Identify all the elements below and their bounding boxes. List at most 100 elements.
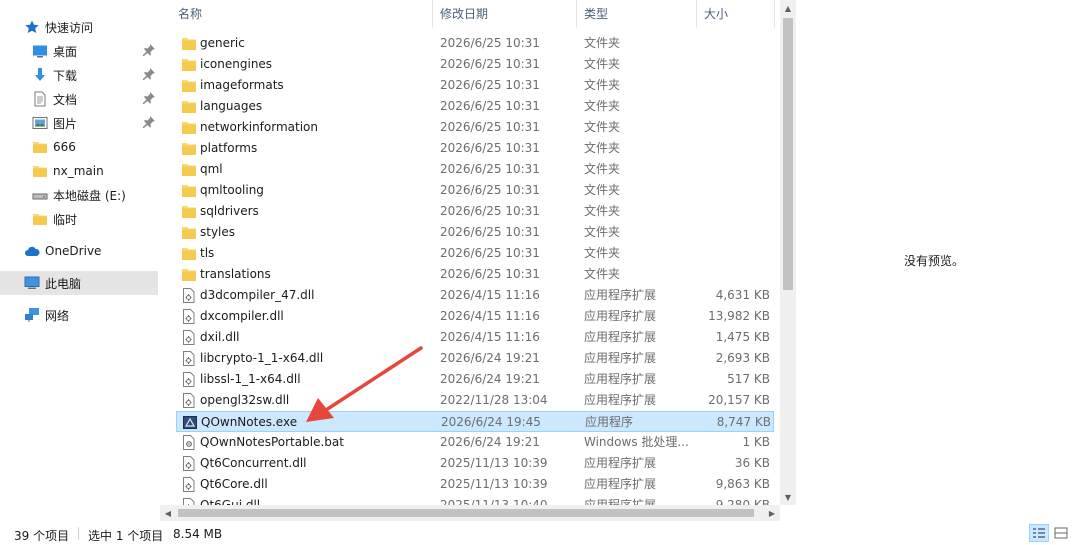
nav-item-downloads[interactable]: 下载 bbox=[0, 63, 158, 87]
app-icon bbox=[183, 415, 197, 430]
column-separator[interactable] bbox=[432, 0, 433, 28]
large-icons-view-button[interactable] bbox=[1051, 524, 1071, 542]
scroll-down-icon[interactable]: ▼ bbox=[780, 489, 796, 505]
column-separator[interactable] bbox=[576, 0, 577, 28]
dll-file-icon bbox=[182, 309, 196, 324]
scroll-left-icon[interactable]: ◀ bbox=[160, 505, 176, 521]
nav-item-folder-666[interactable]: 666 bbox=[0, 135, 158, 159]
file-type: 应用程序扩展 bbox=[584, 330, 657, 344]
nav-item-pictures[interactable]: 图片 bbox=[0, 111, 158, 135]
file-row[interactable]: platforms 2026/6/25 10:31 文件夹 bbox=[176, 138, 774, 159]
file-date: 2026/6/25 10:31 bbox=[440, 204, 540, 218]
file-name: iconengines bbox=[200, 57, 273, 71]
file-type: 应用程序扩展 bbox=[584, 309, 657, 323]
pin-icon[interactable] bbox=[142, 67, 156, 81]
dll-file-icon bbox=[182, 393, 196, 408]
details-view-button[interactable] bbox=[1029, 524, 1049, 542]
file-row[interactable]: Qt6Gui.dll 2025/11/13 10:40 应用程序扩展 9,280 KB bbox=[176, 495, 774, 505]
column-header-size[interactable]: 大小 bbox=[698, 0, 778, 28]
nav-item-desktop[interactable]: 桌面 bbox=[0, 39, 158, 63]
pin-icon[interactable] bbox=[142, 91, 156, 105]
file-size bbox=[696, 243, 770, 264]
large-icons-view-icon bbox=[1054, 527, 1068, 539]
file-row[interactable]: tls 2026/6/25 10:31 文件夹 bbox=[176, 243, 774, 264]
file-type: 应用程序扩展 bbox=[584, 393, 657, 407]
pin-icon[interactable] bbox=[142, 43, 156, 57]
file-row[interactable]: dxil.dll 2026/4/15 11:16 应用程序扩展 1,475 KB bbox=[176, 327, 774, 348]
file-row[interactable]: sqldrivers 2026/6/25 10:31 文件夹 bbox=[176, 201, 774, 222]
dll-file-icon bbox=[182, 330, 196, 345]
nav-item-this-pc[interactable]: 此电脑 bbox=[0, 271, 158, 295]
folder-icon bbox=[182, 57, 196, 72]
file-row[interactable]: QOwnNotes.exe 2026/6/24 19:45 应用程序 8,747 KB bbox=[176, 411, 774, 432]
file-row[interactable]: Qt6Core.dll 2025/11/13 10:39 应用程序扩展 9,863 K… bbox=[176, 474, 774, 495]
file-type: 应用程序扩展 bbox=[584, 477, 657, 491]
file-size: 517 KB bbox=[727, 372, 770, 386]
nav-item-temp[interactable]: 临时 bbox=[0, 207, 158, 231]
file-date: 2026/6/24 19:21 bbox=[440, 435, 540, 449]
scrollbar-thumb[interactable] bbox=[178, 509, 754, 517]
file-date: 2026/4/15 11:16 bbox=[440, 309, 540, 323]
file-row[interactable]: opengl32sw.dll 2022/11/28 13:04 应用程序扩展 20,1… bbox=[176, 390, 774, 411]
file-row[interactable]: networkinformation 2026/6/25 10:31 文件夹 bbox=[176, 117, 774, 138]
file-row[interactable]: iconengines 2026/6/25 10:31 文件夹 bbox=[176, 54, 774, 75]
dll-file-icon bbox=[182, 351, 196, 366]
nav-label: nx_main bbox=[53, 164, 104, 178]
details-view-icon bbox=[1033, 528, 1045, 538]
file-date: 2026/6/25 10:31 bbox=[440, 57, 540, 71]
file-row[interactable]: Qt6Concurrent.dll 2025/11/13 10:39 应用程序扩展 3… bbox=[176, 453, 774, 474]
nav-item-drive-e[interactable]: 本地磁盘 (E:) bbox=[0, 183, 158, 207]
file-size bbox=[696, 222, 770, 243]
pin-icon[interactable] bbox=[142, 115, 156, 129]
horizontal-scrollbar[interactable]: ◀ ▶ bbox=[160, 505, 780, 521]
file-type: 文件夹 bbox=[584, 246, 621, 260]
file-name: libssl-1_1-x64.dll bbox=[200, 372, 301, 386]
nav-item-quick-access[interactable]: 快速访问 bbox=[0, 15, 158, 39]
file-row[interactable]: translations 2026/6/25 10:31 文件夹 bbox=[176, 264, 774, 285]
file-row[interactable]: languages 2026/6/25 10:31 文件夹 bbox=[176, 96, 774, 117]
nav-label: 快速访问 bbox=[45, 20, 94, 35]
file-row[interactable]: d3dcompiler_47.dll 2026/4/15 11:16 应用程序扩展 4… bbox=[176, 285, 774, 306]
file-type: 应用程序扩展 bbox=[584, 351, 657, 365]
vertical-scrollbar[interactable]: ▲ ▼ bbox=[780, 0, 796, 505]
file-row[interactable]: styles 2026/6/25 10:31 文件夹 bbox=[176, 222, 774, 243]
file-size: 8,747 KB bbox=[716, 415, 771, 429]
cloud-icon bbox=[24, 243, 40, 259]
column-header-type[interactable]: 类型 bbox=[578, 0, 690, 28]
file-date: 2026/6/24 19:45 bbox=[441, 415, 541, 429]
file-row[interactable]: qml 2026/6/25 10:31 文件夹 bbox=[176, 159, 774, 180]
file-row[interactable]: dxcompiler.dll 2026/4/15 11:16 应用程序扩展 13,98… bbox=[176, 306, 774, 327]
file-row[interactable]: libcrypto-1_1-x64.dll 2026/6/24 19:21 应用程序… bbox=[176, 348, 774, 369]
file-name: sqldrivers bbox=[200, 204, 259, 218]
nav-item-nx-main[interactable]: nx_main bbox=[0, 159, 158, 183]
file-date: 2026/6/25 10:31 bbox=[440, 183, 540, 197]
nav-item-network[interactable]: 网络 bbox=[0, 303, 158, 327]
nav-item-documents[interactable]: 文档 bbox=[0, 87, 158, 111]
file-row[interactable]: generic 2026/6/25 10:31 文件夹 bbox=[176, 33, 774, 54]
download-icon bbox=[32, 67, 48, 83]
file-row[interactable]: imageformats 2026/6/25 10:31 文件夹 bbox=[176, 75, 774, 96]
nav-label: 666 bbox=[53, 140, 76, 154]
file-row[interactable]: qmltooling 2026/6/25 10:31 文件夹 bbox=[176, 180, 774, 201]
column-separator[interactable] bbox=[774, 0, 775, 28]
file-size bbox=[696, 117, 770, 138]
file-size: 2,693 KB bbox=[715, 351, 770, 365]
nav-item-onedrive[interactable]: OneDrive bbox=[0, 239, 158, 263]
file-name: d3dcompiler_47.dll bbox=[200, 288, 315, 302]
scrollbar-thumb[interactable] bbox=[783, 18, 793, 290]
scroll-up-icon[interactable]: ▲ bbox=[780, 0, 796, 16]
file-type: 文件夹 bbox=[584, 267, 621, 281]
column-header-date[interactable]: 修改日期 bbox=[434, 0, 574, 28]
file-row[interactable]: libssl-1_1-x64.dll 2026/6/24 19:21 应用程序扩展 5… bbox=[176, 369, 774, 390]
scroll-right-icon[interactable]: ▶ bbox=[764, 505, 780, 521]
file-row[interactable]: QOwnNotesPortable.bat 2026/6/24 19:21 Wind… bbox=[176, 432, 774, 453]
file-size bbox=[696, 159, 770, 180]
file-name: styles bbox=[200, 225, 236, 239]
column-separator[interactable] bbox=[696, 0, 697, 28]
file-date: 2026/6/24 19:21 bbox=[440, 351, 540, 365]
file-date: 2026/6/24 19:21 bbox=[440, 372, 540, 386]
divider bbox=[78, 527, 79, 540]
column-header-row: 名称 ^ 修改日期 类型 大小 bbox=[160, 0, 780, 28]
column-header-name[interactable]: 名称 bbox=[172, 0, 420, 28]
nav-label: 此电脑 bbox=[45, 276, 82, 291]
